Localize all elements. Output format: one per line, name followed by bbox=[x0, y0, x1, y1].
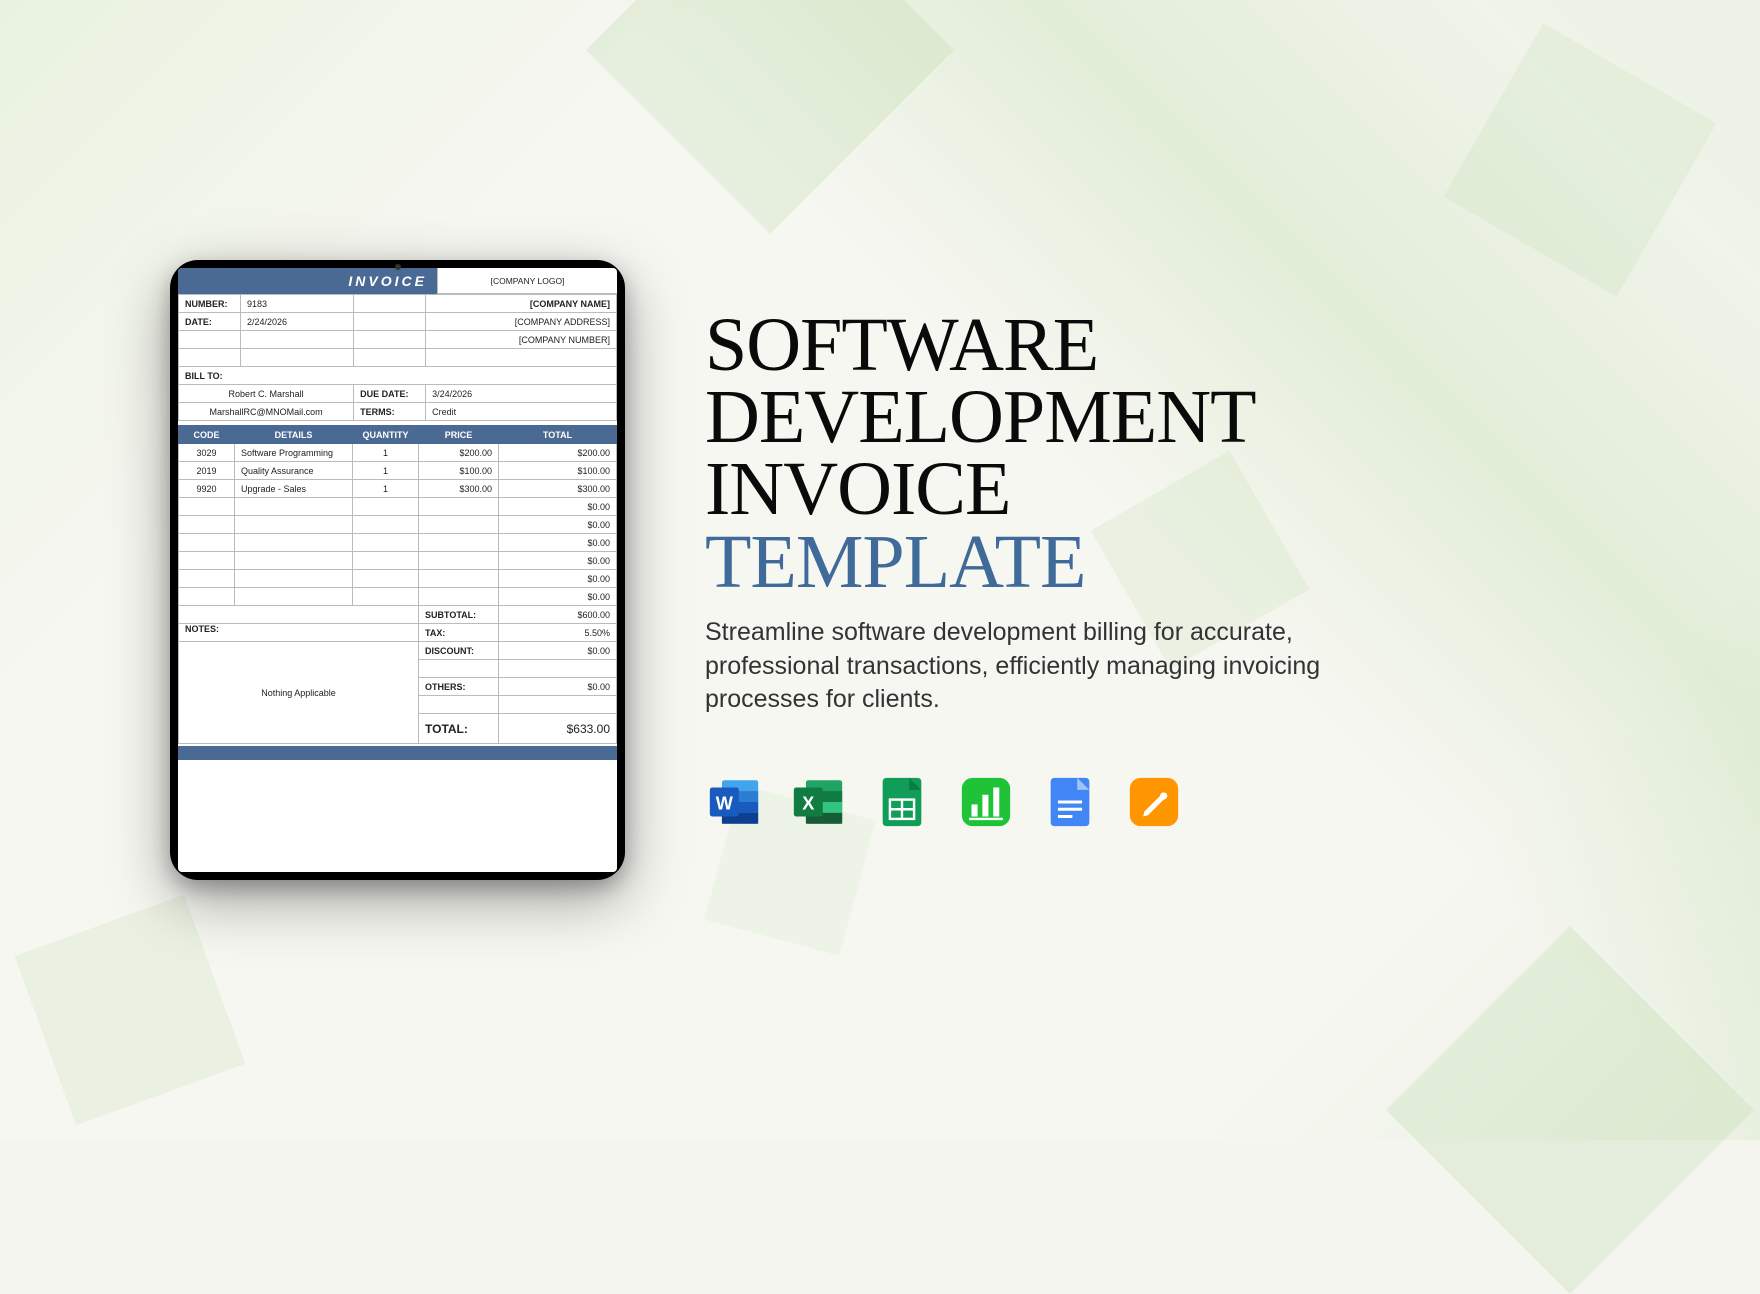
label-bill-to: BILL TO: bbox=[179, 367, 617, 385]
value-terms: Credit bbox=[426, 403, 617, 421]
notes-text: Nothing Applicable bbox=[179, 642, 419, 744]
company-logo-placeholder: [COMPANY LOGO] bbox=[437, 268, 617, 294]
col-details: DETAILS bbox=[235, 426, 353, 444]
table-row: $0.00 bbox=[179, 498, 617, 516]
label-terms: TERMS: bbox=[354, 403, 426, 421]
excel-icon[interactable]: X bbox=[789, 773, 847, 831]
svg-text:X: X bbox=[802, 793, 814, 813]
label-subtotal: SUBTOTAL: bbox=[419, 606, 499, 624]
google-docs-icon[interactable] bbox=[1041, 773, 1099, 831]
label-discount: DISCOUNT: bbox=[419, 642, 499, 660]
col-total: TOTAL bbox=[499, 426, 617, 444]
label-others: OTHERS: bbox=[419, 678, 499, 696]
label-total: TOTAL: bbox=[419, 714, 499, 744]
label-number: NUMBER: bbox=[179, 295, 241, 313]
value-due-date: 3/24/2026 bbox=[426, 385, 617, 403]
col-price: PRICE bbox=[419, 426, 499, 444]
google-sheets-icon[interactable] bbox=[873, 773, 931, 831]
tablet-mockup: INVOICE [COMPANY LOGO] NUMBER: 9183 [COM… bbox=[170, 260, 625, 880]
table-row: $0.00 bbox=[179, 588, 617, 606]
label-date: DATE: bbox=[179, 313, 241, 331]
apple-pages-icon[interactable] bbox=[1125, 773, 1183, 831]
value-total: $633.00 bbox=[499, 714, 617, 744]
apple-numbers-icon[interactable] bbox=[957, 773, 1015, 831]
table-row: $0.00 bbox=[179, 534, 617, 552]
value-date: 2/24/2026 bbox=[241, 313, 354, 331]
table-row: $0.00 bbox=[179, 552, 617, 570]
company-name-placeholder: [COMPANY NAME] bbox=[426, 295, 617, 313]
label-due-date: DUE DATE: bbox=[354, 385, 426, 403]
company-address-placeholder: [COMPANY ADDRESS] bbox=[426, 313, 617, 331]
description: Streamline software development billing … bbox=[705, 616, 1365, 717]
value-others: $0.00 bbox=[499, 678, 617, 696]
value-tax: 5.50% bbox=[499, 624, 617, 642]
invoice-meta-table: NUMBER: 9183 [COMPANY NAME] DATE: 2/24/2… bbox=[178, 294, 617, 421]
col-quantity: QUANTITY bbox=[353, 426, 419, 444]
company-number-placeholder: [COMPANY NUMBER] bbox=[426, 331, 617, 349]
col-code: CODE bbox=[179, 426, 235, 444]
value-number: 9183 bbox=[241, 295, 354, 313]
table-row: 9920 Upgrade - Sales 1 $300.00 $300.00 bbox=[179, 480, 617, 498]
line-items-table: CODE DETAILS QUANTITY PRICE TOTAL 3029 S… bbox=[178, 425, 617, 744]
bill-to-name: Robert C. Marshall bbox=[179, 385, 354, 403]
invoice-document: INVOICE [COMPANY LOGO] NUMBER: 9183 [COM… bbox=[178, 268, 617, 872]
invoice-footer-bar bbox=[178, 746, 617, 760]
table-row: $0.00 bbox=[179, 516, 617, 534]
value-discount: $0.00 bbox=[499, 642, 617, 660]
word-icon[interactable]: W bbox=[705, 773, 763, 831]
label-tax: TAX: bbox=[419, 624, 499, 642]
label-notes: NOTES: bbox=[179, 624, 419, 642]
value-subtotal: $600.00 bbox=[499, 606, 617, 624]
svg-text:W: W bbox=[716, 793, 734, 813]
page-title: SOFTWARE DEVELOPMENT INVOICE TEMPLATE bbox=[705, 309, 1425, 598]
invoice-title: INVOICE bbox=[178, 268, 437, 294]
table-row: $0.00 bbox=[179, 570, 617, 588]
bill-to-email: MarshallRC@MNOMail.com bbox=[179, 403, 354, 421]
format-icons: W X bbox=[705, 773, 1425, 831]
table-row: 2019 Quality Assurance 1 $100.00 $100.00 bbox=[179, 462, 617, 480]
table-row: 3029 Software Programming 1 $200.00 $200… bbox=[179, 444, 617, 462]
